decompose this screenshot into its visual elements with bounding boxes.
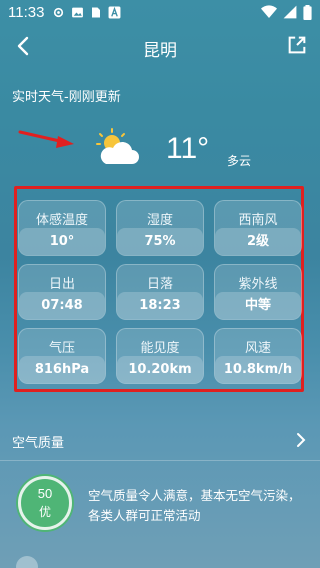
detail-tile-wind-direction: 西南风 2级 — [214, 200, 302, 256]
tile-value: 10° — [19, 228, 105, 255]
status-time: 11:33 — [8, 3, 45, 21]
tile-label: 气压 — [48, 341, 75, 356]
settings-icon — [54, 7, 64, 17]
detail-tile-uv-index: 紫外线 中等 — [214, 264, 302, 320]
annotation-arrow-icon — [18, 130, 74, 148]
air-quality-description: 空气质量令人满意，基本无空气污染，各类人群可正常活动 — [88, 488, 301, 523]
aqi-value: 50 — [37, 486, 53, 501]
detail-tile-feels-like: 体感温度 10° — [18, 200, 106, 256]
tile-value: 18:23 — [117, 292, 203, 319]
sim-card-icon — [92, 7, 101, 17]
detail-tile-pressure: 气压 816hPa — [18, 328, 106, 384]
tile-label: 日落 — [146, 277, 173, 292]
wifi-icon — [261, 5, 277, 18]
partial-next-section-icon — [16, 556, 38, 568]
detail-tile-visibility: 能见度 10.20km — [116, 328, 204, 384]
image-icon — [72, 7, 84, 17]
tile-value: 2级 — [215, 228, 301, 255]
status-bar: 11:33 — [0, 0, 320, 24]
detail-tile-sunset: 日落 18:23 — [116, 264, 204, 320]
tile-value: 10.8km/h — [215, 356, 301, 383]
tile-label: 风速 — [244, 341, 271, 356]
detail-tile-sunrise: 日出 07:48 — [18, 264, 106, 320]
signal-icon — [283, 5, 297, 19]
tile-value: 816hPa — [19, 356, 105, 383]
air-quality-title[interactable]: 空气质量 — [12, 432, 64, 451]
tile-value: 10.20km — [117, 356, 203, 383]
tile-label: 紫外线 — [238, 277, 278, 292]
aqi-badge: 50 优 — [18, 476, 72, 530]
tile-label: 体感温度 — [35, 213, 88, 228]
tile-value: 75% — [117, 228, 203, 255]
update-status-label: 实时天气-刚刚更新 — [12, 90, 121, 105]
tile-value: 中等 — [215, 292, 301, 319]
tile-value: 07:48 — [19, 292, 105, 319]
share-icon[interactable] — [286, 34, 308, 56]
weather-condition: 多云 — [227, 154, 252, 168]
section-divider — [0, 460, 320, 461]
tile-label: 西南风 — [238, 213, 278, 228]
city-title: 昆明 — [143, 41, 177, 61]
detail-tile-wind-speed: 风速 10.8km/h — [214, 328, 302, 384]
tile-label: 日出 — [48, 277, 75, 292]
partly-cloudy-icon — [96, 128, 139, 164]
battery-icon — [303, 4, 312, 20]
chevron-right-icon[interactable] — [296, 432, 306, 448]
navigation-bar: 昆明 — [0, 28, 320, 64]
detail-tile-humidity: 湿度 75% — [116, 200, 204, 256]
font-a-icon — [108, 6, 121, 18]
current-temperature: 11° — [166, 132, 210, 165]
tile-label: 湿度 — [146, 213, 173, 228]
tile-label: 能见度 — [140, 341, 180, 356]
weather-detail-grid: 体感温度 10° 湿度 75% 西南风 2级 日出 07:48 日落 18:23… — [18, 200, 302, 384]
aqi-level: 优 — [38, 505, 51, 519]
